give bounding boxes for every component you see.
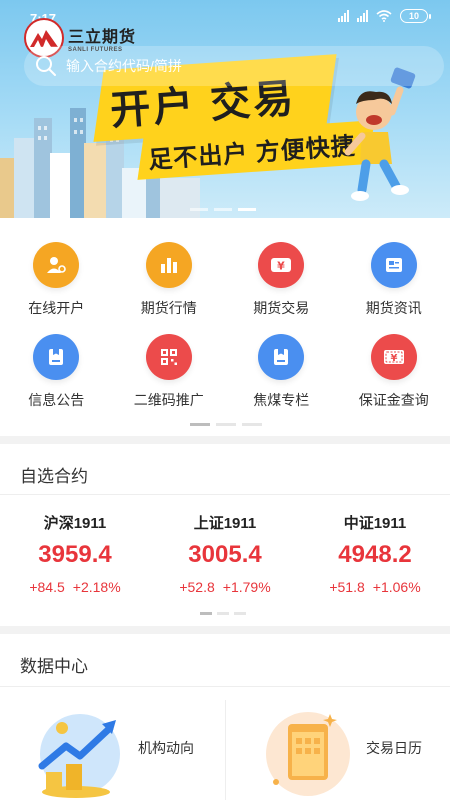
grid-item-coal-column[interactable]: 焦煤专栏 — [225, 322, 338, 414]
data-center-title: 数据中心 — [20, 657, 88, 676]
battery-icon: 10 — [400, 9, 431, 23]
data-center-cards: 机构动向 交易日历 — [0, 700, 450, 800]
signal-icon — [357, 10, 368, 22]
quote-name: 沪深1911 — [43, 515, 107, 532]
margin-query-icon: ¥ — [370, 334, 417, 380]
qr-code-icon — [145, 334, 192, 380]
quote-price: 4948.2 — [338, 541, 412, 568]
market-chart-icon — [145, 242, 192, 288]
quote-change: +51.8 — [329, 579, 365, 595]
quotes-pagination — [200, 612, 246, 615]
quote-card[interactable]: 上证1911 3005.4 +52.8 +1.79% — [150, 512, 300, 595]
grid-label: 期货资讯 — [365, 300, 422, 316]
brand-name: 三立期货 — [68, 29, 137, 46]
divider-line — [0, 686, 450, 687]
grid-label: 保证金查询 — [358, 392, 429, 408]
grid-item-market[interactable]: 期货行情 — [113, 230, 226, 322]
card-trade-calendar[interactable]: 交易日历 — [225, 700, 450, 800]
watchlist-quotes: 沪深1911 3959.4 +84.5 +2.18% 上证1911 3005.4 … — [0, 512, 450, 595]
svg-text:¥: ¥ — [277, 260, 285, 273]
quote-change: +52.8 — [179, 579, 215, 595]
trade-calendar-icon — [266, 712, 350, 796]
quote-price: 3959.4 — [38, 541, 112, 568]
grid-label: 二维码推广 — [133, 392, 204, 408]
institution-trend-icon — [38, 714, 120, 798]
quote-card[interactable]: 中证1911 4948.2 +51.8 +1.06% — [300, 512, 450, 595]
search-bar[interactable] — [24, 46, 444, 86]
grid-item-margin-query[interactable]: ¥ 保证金查询 — [338, 322, 450, 414]
grid-label: 在线开户 — [28, 300, 85, 316]
column-icon — [258, 334, 305, 380]
grid-item-open-account[interactable]: 在线开户 — [0, 230, 113, 322]
svg-text:¥: ¥ — [390, 353, 397, 364]
quote-name: 中证1911 — [343, 515, 407, 532]
quote-change-pct: +1.79% — [222, 579, 271, 595]
card-label: 交易日历 — [366, 740, 422, 756]
grid-label: 信息公告 — [28, 392, 85, 408]
grid-item-trade[interactable]: ¥ 期货交易 — [225, 230, 338, 322]
quote-change: +84.5 — [29, 579, 65, 595]
watchlist-title: 自选合约 — [20, 467, 88, 486]
search-input[interactable] — [66, 58, 406, 74]
banner-pagination — [190, 208, 256, 211]
quote-change-pct: +2.18% — [72, 579, 121, 595]
function-grid: 在线开户 期货行情 ¥ 期货交易 期货资讯 信息公告 二维码推广 焦煤专栏 ¥ … — [0, 230, 450, 414]
card-institution-trend[interactable]: 机构动向 — [0, 700, 225, 800]
grid-item-news[interactable]: 期货资讯 — [338, 230, 450, 322]
grid-pagination — [190, 423, 262, 426]
signal-icon — [338, 10, 349, 22]
news-icon — [370, 242, 417, 288]
grid-item-notice[interactable]: 信息公告 — [0, 322, 113, 414]
divider-line — [0, 494, 450, 495]
grid-label: 期货交易 — [253, 300, 310, 316]
open-account-icon — [33, 242, 80, 288]
grid-label: 期货行情 — [140, 300, 197, 316]
section-divider — [0, 626, 450, 634]
search-icon — [36, 56, 56, 76]
quote-card[interactable]: 沪深1911 3959.4 +84.5 +2.18% — [0, 512, 150, 595]
battery-level: 10 — [408, 11, 419, 21]
card-label: 机构动向 — [138, 740, 194, 756]
quote-name: 上证1911 — [193, 515, 257, 532]
grid-label: 焦煤专栏 — [253, 392, 310, 408]
wifi-icon — [376, 10, 392, 22]
section-divider — [0, 436, 450, 444]
trade-yen-icon: ¥ — [258, 242, 305, 288]
grid-item-qr-promo[interactable]: 二维码推广 — [113, 322, 226, 414]
quote-change-pct: +1.06% — [372, 579, 421, 595]
quote-price: 3005.4 — [188, 541, 262, 568]
notice-icon — [33, 334, 80, 380]
